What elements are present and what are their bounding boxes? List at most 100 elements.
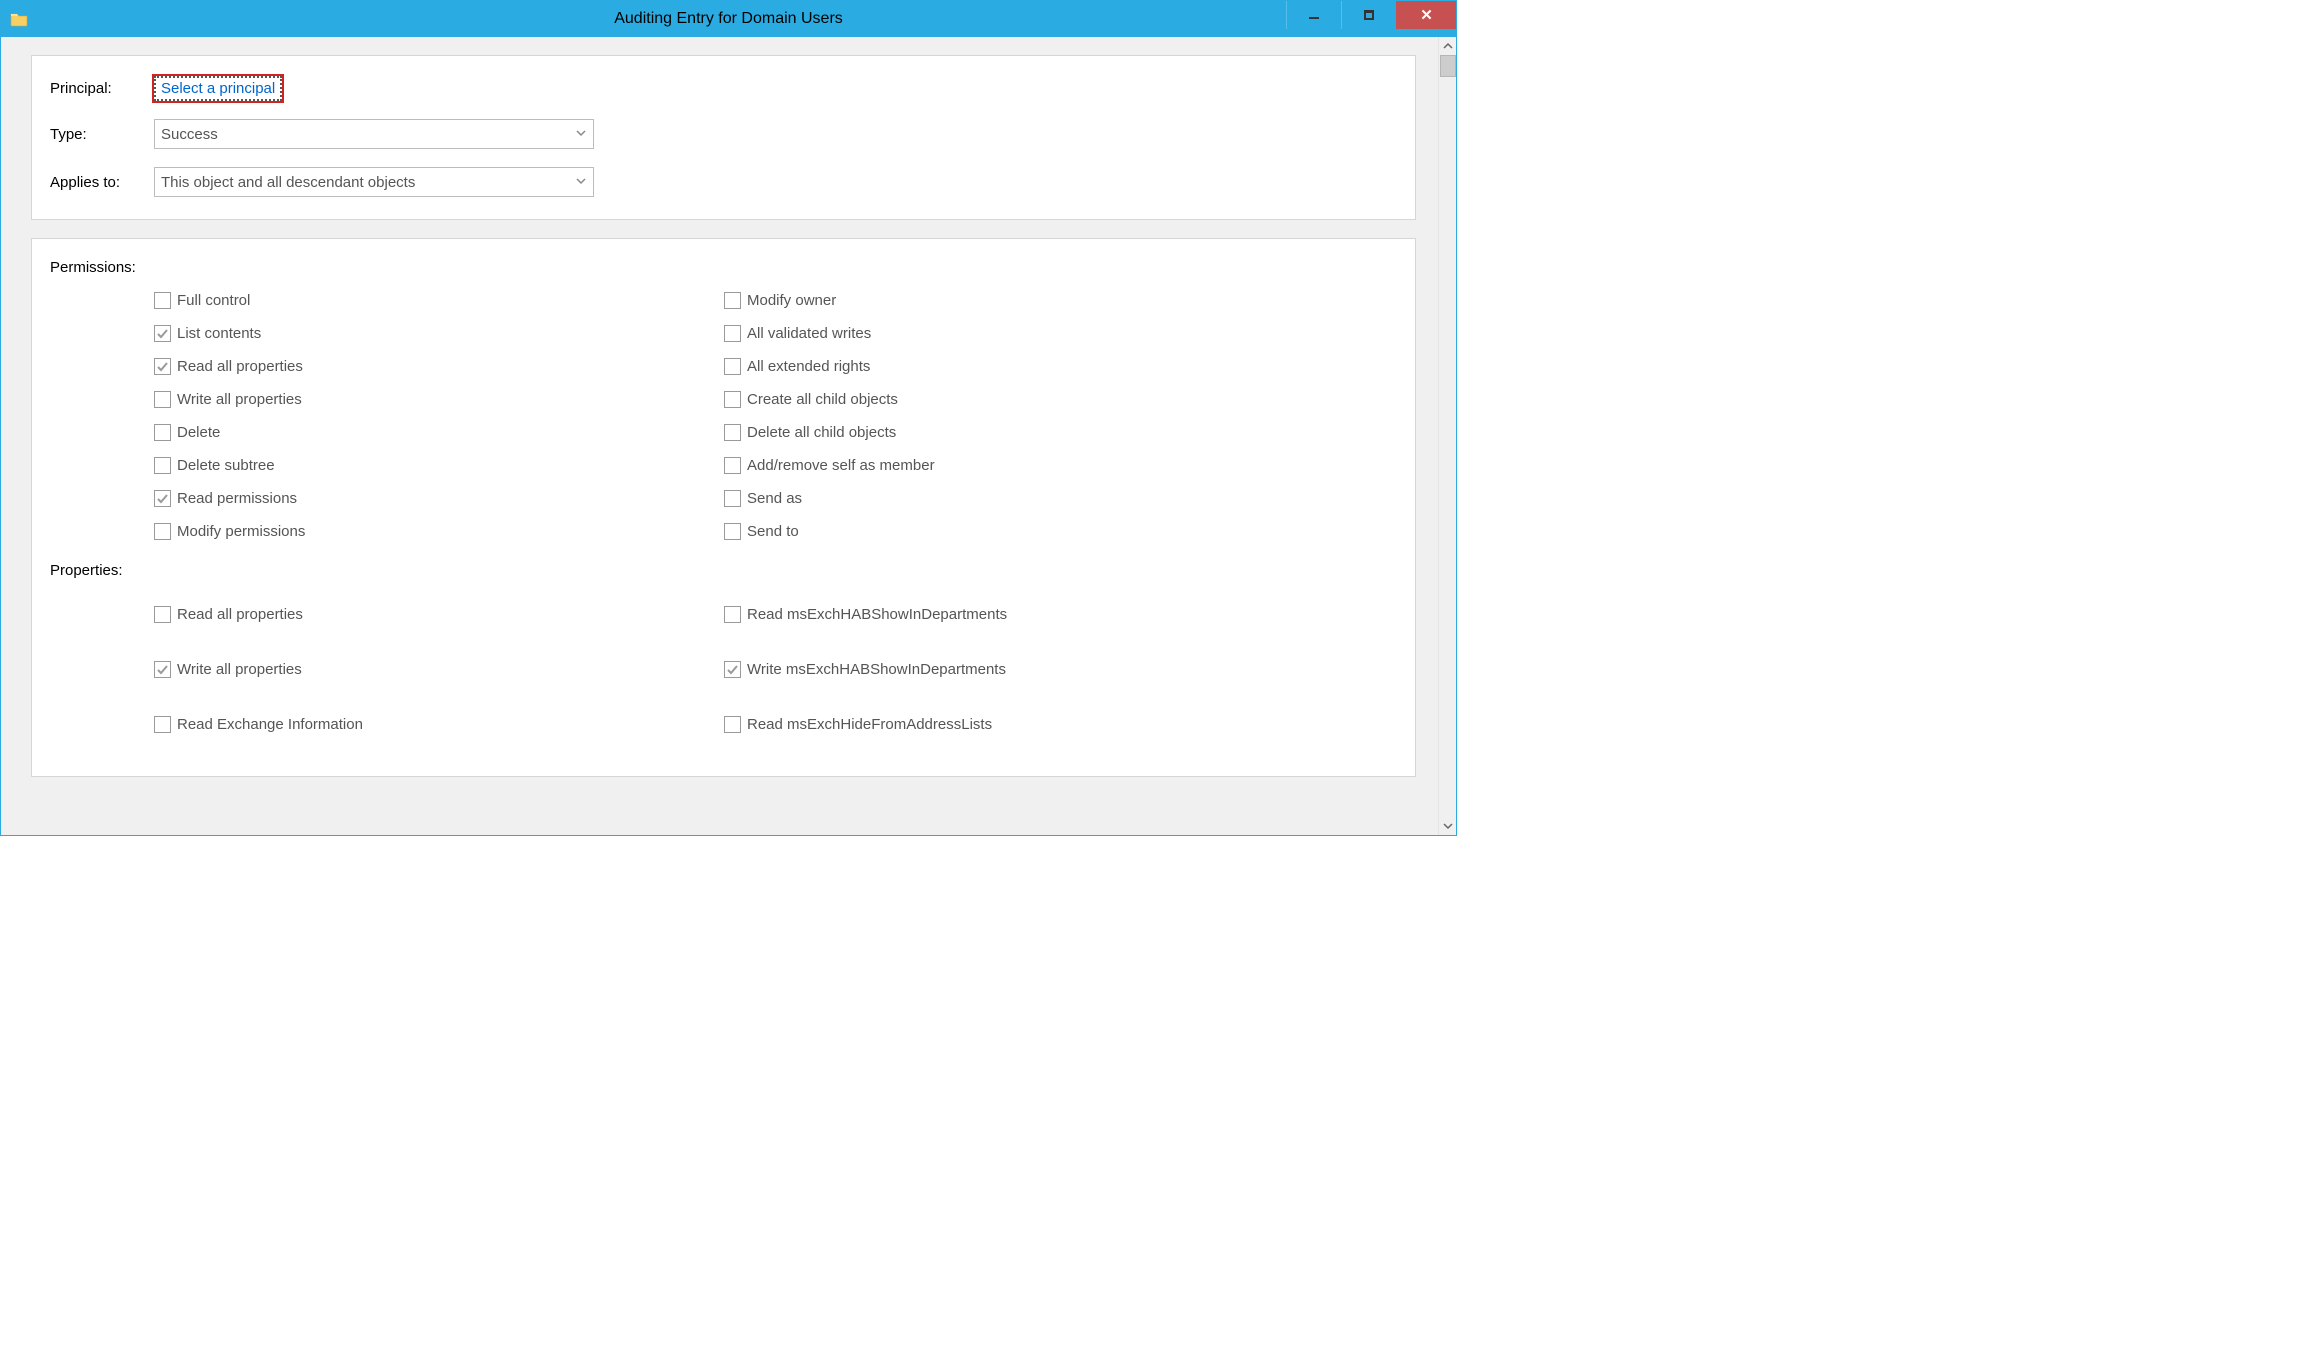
permission-label: Send to	[747, 523, 799, 540]
panel-principal: Principal: Select a principal Type: Succ…	[31, 55, 1416, 220]
permission-checkbox[interactable]	[724, 490, 741, 507]
close-icon: ✕	[1420, 6, 1433, 24]
applies-to-dropdown[interactable]: This object and all descendant objects	[154, 167, 594, 197]
permission-item: All extended rights	[724, 350, 1294, 383]
permission-label: Send as	[747, 490, 802, 507]
label-applies-to: Applies to:	[50, 174, 154, 191]
permission-label: Full control	[177, 292, 250, 309]
minimize-button[interactable]	[1286, 1, 1341, 29]
permission-item: Delete subtree	[154, 449, 724, 482]
permission-checkbox[interactable]	[154, 457, 171, 474]
permission-item: Create all child objects	[724, 383, 1294, 416]
property-checkbox[interactable]	[154, 661, 171, 678]
permission-label: Modify permissions	[177, 523, 305, 540]
property-checkbox[interactable]	[724, 716, 741, 733]
properties-label: Properties:	[50, 562, 1397, 579]
permission-item: All validated writes	[724, 317, 1294, 350]
permission-item: List contents	[154, 317, 724, 350]
permission-item: Send as	[724, 482, 1294, 515]
permission-label: Delete subtree	[177, 457, 275, 474]
permission-item: Modify permissions	[154, 515, 724, 548]
permission-item: Delete all child objects	[724, 416, 1294, 449]
close-button[interactable]: ✕	[1396, 1, 1456, 29]
chevron-down-icon	[575, 174, 587, 191]
row-applies-to: Applies to: This object and all descenda…	[50, 167, 1397, 197]
permission-checkbox[interactable]	[154, 523, 171, 540]
permission-item: Modify owner	[724, 284, 1294, 317]
permission-label: Read permissions	[177, 490, 297, 507]
property-item: Read Exchange Information	[154, 697, 724, 752]
property-checkbox[interactable]	[724, 661, 741, 678]
property-item: Read msExchHideFromAddressLists	[724, 697, 1294, 752]
permission-checkbox[interactable]	[724, 523, 741, 540]
property-label: Read msExchHABShowInDepartments	[747, 606, 1007, 623]
chevron-down-icon	[575, 126, 587, 143]
type-dropdown[interactable]: Success	[154, 119, 594, 149]
properties-col-right: Read msExchHABShowInDepartments Write msE…	[724, 587, 1294, 752]
property-label: Write all properties	[177, 661, 302, 678]
properties-col-left: Read all properties Write all properties R…	[154, 587, 724, 752]
minimize-icon	[1309, 17, 1319, 19]
permission-checkbox[interactable]	[724, 424, 741, 441]
window-title: Auditing Entry for Domain Users	[614, 10, 843, 28]
row-type: Type: Success	[50, 119, 1397, 149]
permission-checkbox[interactable]	[154, 391, 171, 408]
permission-checkbox[interactable]	[154, 358, 171, 375]
property-label: Read all properties	[177, 606, 303, 623]
property-item: Read all properties	[154, 587, 724, 642]
permission-label: Read all properties	[177, 358, 303, 375]
property-checkbox[interactable]	[154, 606, 171, 623]
permission-item: Send to	[724, 515, 1294, 548]
permission-checkbox[interactable]	[154, 490, 171, 507]
permission-item: Full control	[154, 284, 724, 317]
property-label: Read msExchHideFromAddressLists	[747, 716, 992, 733]
maximize-button[interactable]	[1341, 1, 1396, 29]
permission-label: All extended rights	[747, 358, 870, 375]
permission-checkbox[interactable]	[154, 424, 171, 441]
permission-item: Read permissions	[154, 482, 724, 515]
properties-grid: Read all properties Write all properties R…	[50, 587, 1397, 752]
permission-checkbox[interactable]	[154, 325, 171, 342]
scroll-thumb[interactable]	[1440, 55, 1456, 77]
permission-item: Delete	[154, 416, 724, 449]
permission-label: Modify owner	[747, 292, 836, 309]
permission-label: Delete all child objects	[747, 424, 896, 441]
select-principal-link[interactable]: Select a principal	[154, 76, 282, 101]
permission-item: Read all properties	[154, 350, 724, 383]
row-principal: Principal: Select a principal	[50, 76, 1397, 101]
permission-label: All validated writes	[747, 325, 871, 342]
permission-label: Add/remove self as member	[747, 457, 935, 474]
permission-checkbox[interactable]	[724, 457, 741, 474]
permission-label: Create all child objects	[747, 391, 898, 408]
scroll-down-button[interactable]	[1439, 817, 1457, 835]
client-area: Principal: Select a principal Type: Succ…	[1, 37, 1456, 835]
permission-checkbox[interactable]	[724, 325, 741, 342]
permission-checkbox[interactable]	[724, 391, 741, 408]
property-checkbox[interactable]	[724, 606, 741, 623]
scroll-up-button[interactable]	[1439, 37, 1457, 55]
content: Principal: Select a principal Type: Succ…	[1, 37, 1438, 835]
property-item: Write all properties	[154, 642, 724, 697]
vertical-scrollbar[interactable]	[1438, 37, 1456, 835]
window-controls: ✕	[1286, 1, 1456, 37]
permissions-grid: Full control List contents Read all proper…	[50, 284, 1397, 548]
folder-icon	[9, 9, 29, 29]
maximize-icon	[1364, 10, 1374, 20]
permissions-label: Permissions:	[50, 259, 1397, 276]
panel-permissions: Permissions: Full control List contents Re…	[31, 238, 1416, 777]
property-item: Read msExchHABShowInDepartments	[724, 587, 1294, 642]
window: Auditing Entry for Domain Users ✕ Princi…	[0, 0, 1457, 836]
permissions-col-left: Full control List contents Read all proper…	[154, 284, 724, 548]
permissions-col-right: Modify owner All validated writes All exte…	[724, 284, 1294, 548]
permission-checkbox[interactable]	[724, 292, 741, 309]
permission-label: Delete	[177, 424, 220, 441]
permission-checkbox[interactable]	[154, 292, 171, 309]
permission-label: List contents	[177, 325, 261, 342]
permission-item: Add/remove self as member	[724, 449, 1294, 482]
property-checkbox[interactable]	[154, 716, 171, 733]
permission-checkbox[interactable]	[724, 358, 741, 375]
property-label: Read Exchange Information	[177, 716, 363, 733]
permission-item: Write all properties	[154, 383, 724, 416]
titlebar: Auditing Entry for Domain Users ✕	[1, 1, 1456, 37]
property-label: Write msExchHABShowInDepartments	[747, 661, 1006, 678]
